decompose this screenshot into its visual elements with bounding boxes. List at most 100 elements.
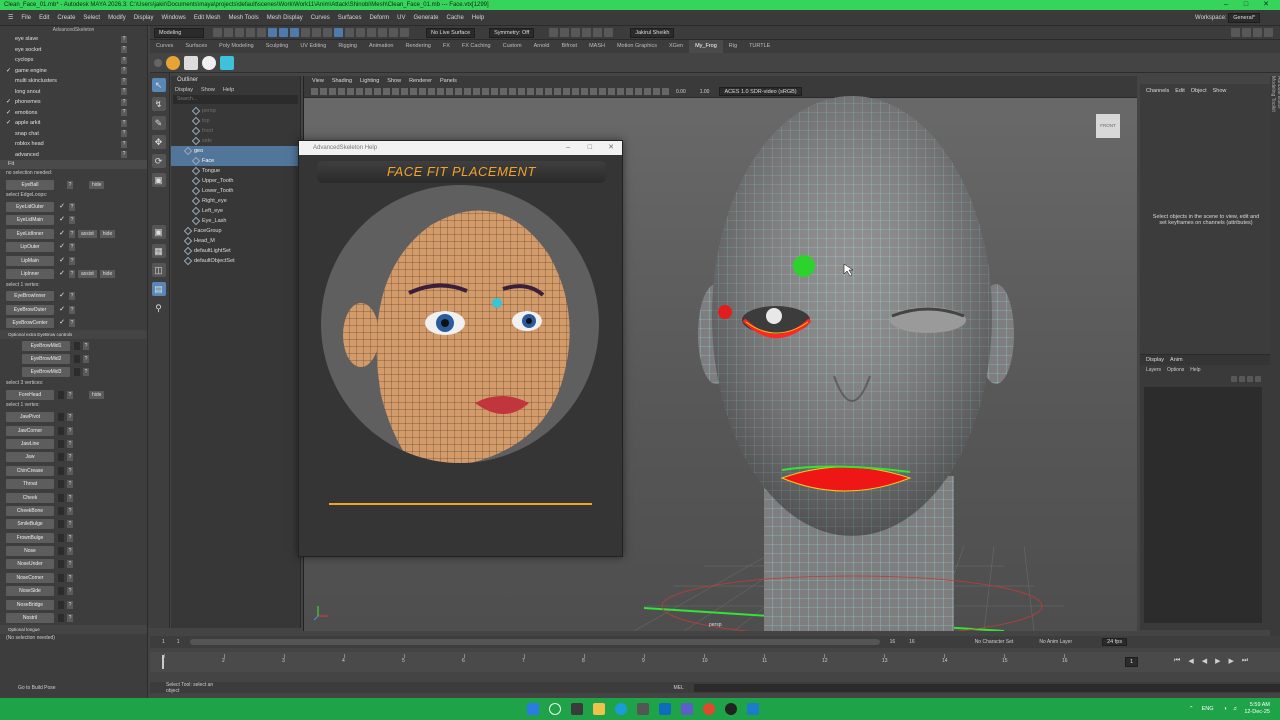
help-maximize-button[interactable]: □ — [588, 141, 592, 155]
edge-icon[interactable] — [615, 703, 627, 715]
lipouter-button[interactable]: LipOuter — [6, 242, 54, 253]
checkbox[interactable] — [6, 152, 12, 158]
checkbox[interactable] — [6, 131, 12, 137]
shelf-tab-xgen[interactable]: XGen — [663, 40, 689, 53]
eyebrowmid2-button[interactable]: EyeBrowMid2 — [22, 353, 70, 364]
menu-deform[interactable]: Deform — [365, 10, 393, 26]
eyebrowouter-button[interactable]: EyeBrowOuter — [6, 304, 54, 315]
help-button[interactable]: ? — [67, 413, 73, 422]
play-back-icon[interactable]: ◀ — [1202, 657, 1207, 665]
nosecorner-button[interactable]: NoseCorner — [6, 572, 54, 583]
side-tab[interactable]: Modeling Toolkit — [1270, 76, 1276, 136]
help-button[interactable]: ? — [121, 109, 127, 117]
checkbox[interactable] — [6, 47, 12, 53]
menu-select[interactable]: Select — [79, 10, 104, 26]
chrome-icon[interactable] — [703, 703, 715, 715]
help-button[interactable]: ? — [121, 151, 127, 159]
help-button[interactable]: ? — [69, 292, 75, 301]
fps-dropdown[interactable]: 24 fps — [1102, 638, 1128, 646]
menu-file[interactable]: File — [17, 10, 35, 26]
obs-icon[interactable] — [725, 703, 737, 715]
hide-button[interactable]: hide — [99, 270, 116, 279]
shelf-tab-fx[interactable]: FX — [437, 40, 456, 53]
menu-windows[interactable]: Windows — [157, 10, 189, 26]
user-account-dropdown[interactable]: Jakirul Sheikh — [630, 27, 675, 38]
help-button[interactable]: ? — [121, 140, 127, 148]
help-button[interactable]: ? — [69, 243, 75, 252]
select-tool-icon[interactable]: ↖ — [151, 78, 166, 92]
shelf-menu-icon[interactable] — [154, 58, 162, 67]
shelf-tab-curves[interactable]: Curves — [150, 40, 179, 53]
menu-surfaces[interactable]: Surfaces — [334, 10, 366, 26]
layer-list[interactable] — [1144, 387, 1262, 623]
outliner-item[interactable]: FaceGroup — [171, 226, 300, 236]
outlook-icon[interactable] — [659, 703, 671, 715]
range-current-field[interactable]: 1 — [177, 639, 180, 645]
jaw-button[interactable]: Jaw — [6, 452, 54, 463]
help-button[interactable]: ? — [83, 368, 89, 377]
play-forward-icon[interactable]: ▶ — [1215, 657, 1220, 665]
help-button[interactable]: ? — [121, 88, 127, 96]
shelf-tab-animation[interactable]: Animation — [363, 40, 399, 53]
menu-edit-mesh[interactable]: Edit Mesh — [190, 10, 225, 26]
hide-button[interactable]: hide — [99, 229, 116, 238]
single-view-icon[interactable]: ▣ — [151, 225, 166, 239]
snap-surface-icon[interactable] — [389, 28, 398, 37]
shelf-tab-rigging[interactable]: Rigging — [332, 40, 363, 53]
menu-cache[interactable]: Cache — [443, 10, 468, 26]
anim-layer-dropdown[interactable]: No Anim Layer — [1039, 639, 1072, 645]
eyelidouter-button[interactable]: EyeLidOuter — [6, 202, 54, 213]
outliner-item[interactable]: defaultObjectSet — [171, 256, 300, 266]
shelf-tab-surfaces[interactable]: Surfaces — [179, 40, 213, 53]
outliner-item[interactable]: front — [171, 126, 300, 136]
lasso-tool-icon[interactable]: ↯ — [151, 97, 166, 111]
menu-display[interactable]: Display — [130, 10, 158, 26]
menu-help[interactable]: Help — [468, 10, 488, 26]
range-start-field[interactable]: 1 — [162, 639, 165, 645]
outliner-item[interactable]: persp — [171, 106, 300, 116]
optional-tongue-header[interactable]: Optional tongue — [0, 624, 147, 634]
minimize-button[interactable]: – — [1216, 0, 1236, 10]
go-end-icon[interactable]: ⏭ — [1242, 657, 1248, 665]
teams-icon[interactable] — [681, 703, 693, 715]
shelf-tab-motion-graphics[interactable]: Motion Graphics — [611, 40, 663, 53]
character-set-dropdown[interactable]: No Character Set — [975, 639, 1014, 645]
forehead-button[interactable]: ForeHead — [6, 389, 54, 400]
new-layer-icon[interactable] — [1247, 376, 1253, 382]
help-button[interactable]: ? — [67, 600, 73, 609]
snap-view-icon[interactable] — [378, 28, 387, 37]
live-surface-dropdown[interactable]: No Live Surface — [426, 27, 476, 38]
frownbulge-button[interactable]: FrownBulge — [6, 532, 54, 543]
outliner-layout-icon[interactable]: ◫ — [151, 263, 166, 277]
layer-tab-anim[interactable]: Anim — [1170, 357, 1183, 363]
render-icon[interactable] — [549, 28, 559, 37]
help-button[interactable]: ? — [67, 547, 73, 556]
help-minimize-button[interactable]: – — [566, 141, 570, 155]
help-button[interactable]: ? — [69, 270, 75, 279]
custom-layout-icon[interactable]: ▤ — [151, 282, 166, 296]
eyebrowinner-button[interactable]: EyeBrowInner — [6, 291, 54, 302]
modeling-toolkit-icon[interactable] — [1231, 28, 1240, 37]
layer-up-icon[interactable] — [1231, 376, 1237, 382]
save-scene-icon[interactable] — [235, 28, 244, 37]
outliner-search-input[interactable]: Search... — [173, 95, 298, 104]
symmetry-dropdown[interactable]: Symmetry: Off — [489, 27, 535, 38]
help-button[interactable]: ? — [69, 305, 75, 314]
wifi-icon[interactable]: ◑ — [1223, 706, 1226, 712]
jawcorner-button[interactable]: JawCorner — [6, 425, 54, 436]
attribute-editor-icon[interactable] — [1242, 28, 1251, 37]
shelf-tab-uv-editing[interactable]: UV Editing — [294, 40, 332, 53]
checkbox[interactable] — [6, 141, 12, 147]
build-pose-button[interactable]: Go to Build Pose — [4, 684, 144, 693]
mask-face-icon[interactable] — [323, 28, 332, 37]
outliner-menu-display[interactable]: Display — [175, 87, 193, 93]
outliner-item[interactable]: Upper_Tooth — [171, 176, 300, 186]
eyelidmain-button[interactable]: EyeLidMain — [6, 215, 54, 226]
select-hierarchy-icon[interactable] — [268, 28, 277, 37]
menu-mesh-display[interactable]: Mesh Display — [263, 10, 307, 26]
checkmark-icon[interactable]: ✓ — [6, 68, 12, 74]
help-button[interactable]: ? — [67, 493, 73, 502]
shelf-tab-bifrost[interactable]: Bifrost — [555, 40, 583, 53]
tool-settings-icon[interactable] — [1253, 28, 1262, 37]
layer-menu-help[interactable]: Help — [1190, 367, 1200, 373]
